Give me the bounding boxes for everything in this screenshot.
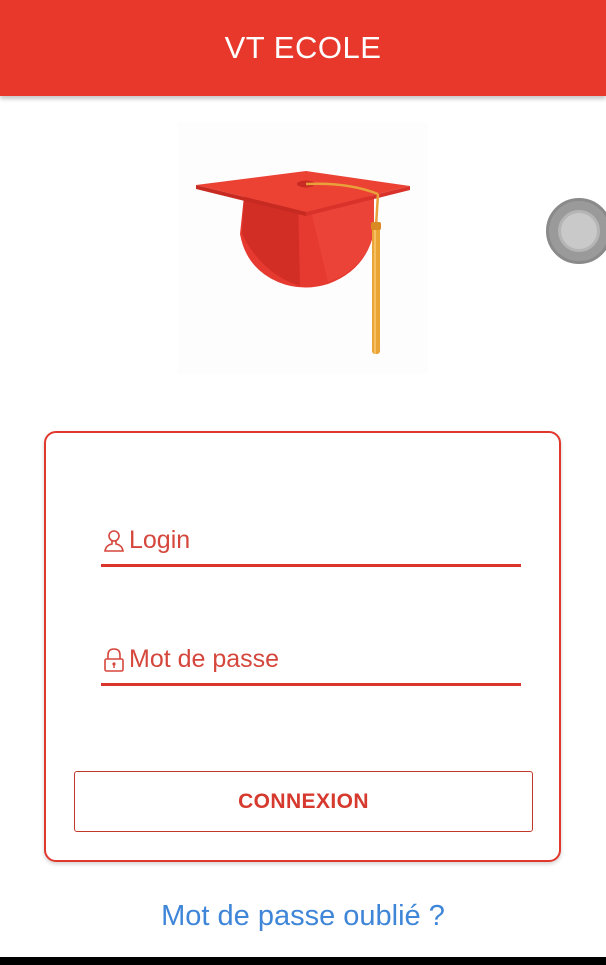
app-title: VT ECOLE: [224, 30, 382, 65]
password-field[interactable]: Mot de passe: [101, 636, 521, 686]
password-placeholder: Mot de passe: [129, 645, 280, 673]
login-field[interactable]: Login: [101, 517, 521, 567]
lock-icon: [101, 645, 127, 675]
assistive-touch-inner: [558, 210, 600, 252]
connexion-button[interactable]: CONNEXION: [74, 771, 533, 832]
bottom-bar: [0, 957, 606, 965]
user-icon: [101, 526, 127, 556]
login-card: Login Mot de passe CONNEXION: [44, 431, 561, 862]
graduation-cap-icon: [178, 122, 428, 374]
app-bar: VT ECOLE: [0, 0, 606, 96]
login-screen: VT ECOLE Login Mot de passe CONNEXION Mo…: [0, 0, 606, 965]
forgot-password-link[interactable]: Mot de passe oublié ?: [0, 900, 606, 933]
login-placeholder: Login: [129, 526, 191, 554]
assistive-touch-button[interactable]: [546, 198, 606, 264]
